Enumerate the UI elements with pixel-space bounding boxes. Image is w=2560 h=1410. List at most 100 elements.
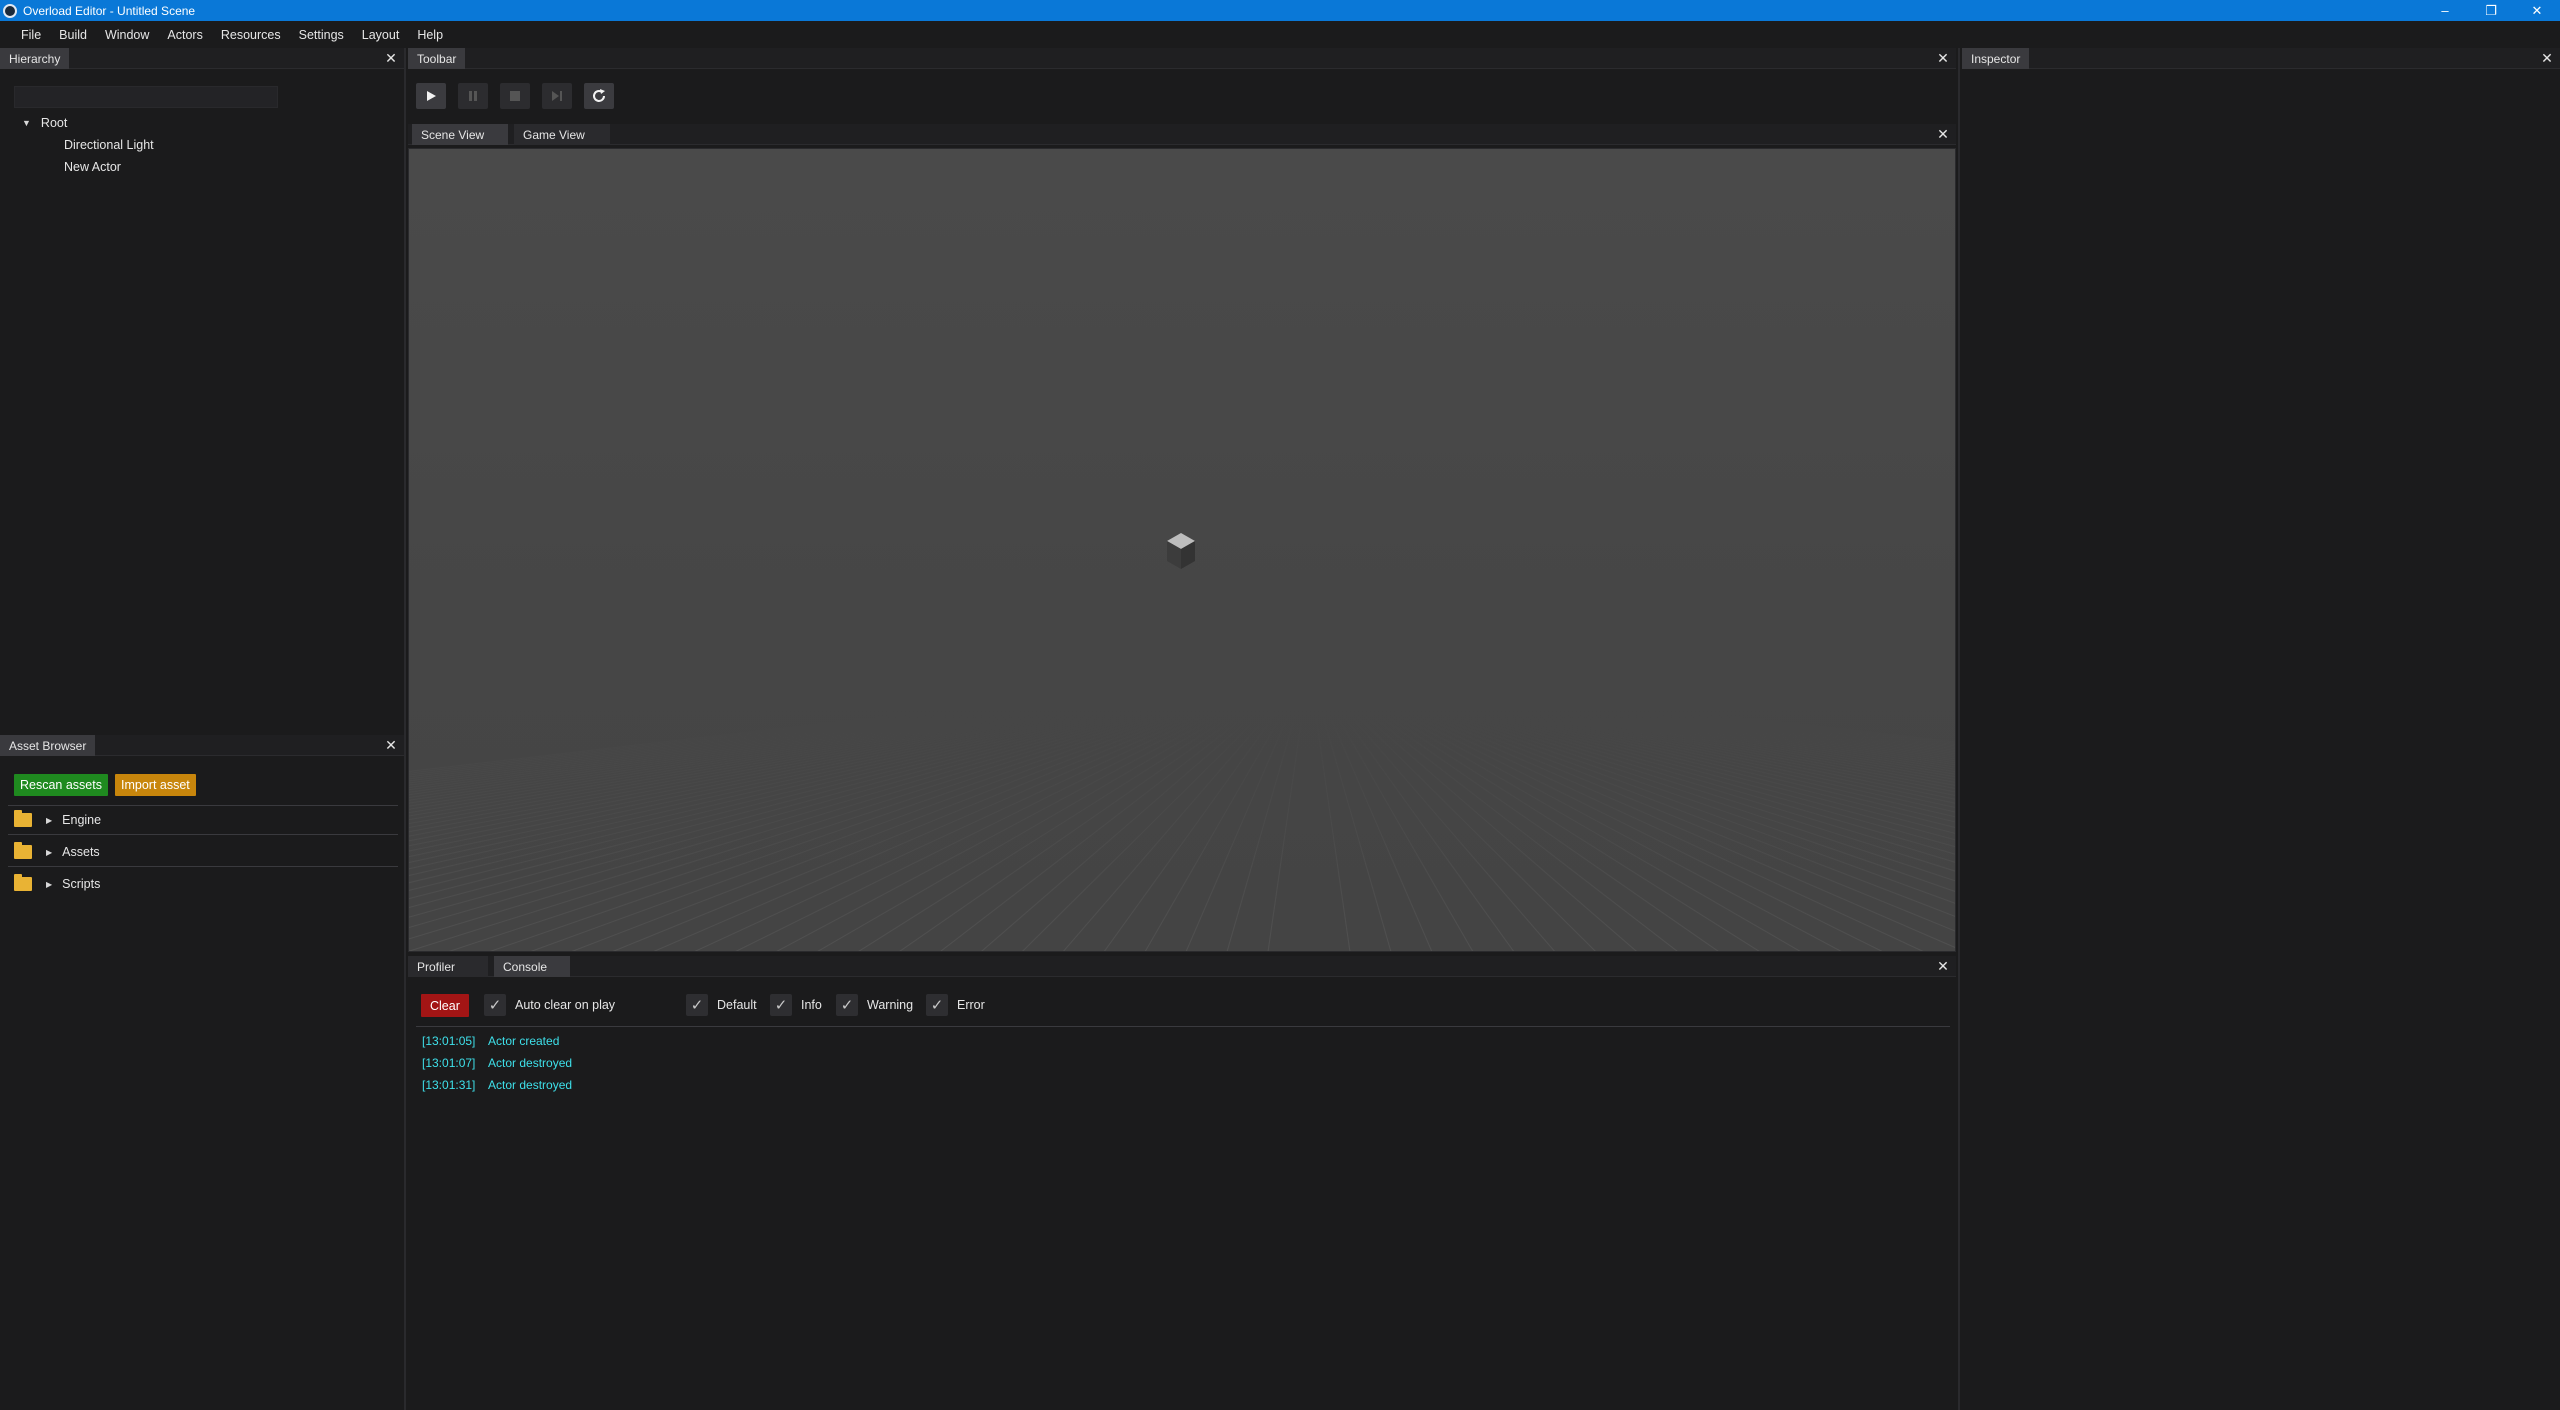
tab-console[interactable]: Console — [494, 956, 570, 977]
warning-filter-checkbox[interactable]: ✓ — [836, 994, 858, 1016]
rescan-assets-button[interactable]: Rescan assets — [14, 774, 108, 796]
menu-actors[interactable]: Actors — [158, 28, 211, 42]
folder-icon — [14, 810, 32, 827]
grid-line — [409, 708, 962, 776]
console-header: Profiler Console ✕ — [408, 956, 1956, 977]
tree-item-new-actor[interactable]: New Actor — [64, 160, 121, 174]
left-splitter[interactable] — [404, 48, 406, 1410]
menu-bar: File Build Window Actors Resources Setti… — [0, 21, 2560, 48]
folder-scripts[interactable]: ▶ Scripts — [14, 874, 100, 894]
folder-icon — [14, 874, 32, 891]
menu-help[interactable]: Help — [408, 28, 452, 42]
folder-label: Assets — [62, 845, 100, 859]
log-timestamp: [13:01:05] — [422, 1034, 476, 1048]
log-timestamp: [13:01:07] — [422, 1056, 476, 1070]
grid-line — [1144, 708, 1286, 951]
log-message: Actor created — [488, 1034, 560, 1048]
log-entry[interactable]: [13:01:07] Actor destroyed — [422, 1056, 572, 1070]
grid-line — [409, 708, 1028, 801]
tree-item-directional-light[interactable]: Directional Light — [64, 138, 154, 152]
window-title: Overload Editor - Untitled Scene — [23, 3, 196, 18]
tab-scene-view[interactable]: Scene View — [412, 124, 508, 145]
app-logo-icon — [3, 3, 17, 18]
divider — [416, 1026, 1950, 1027]
grid-line — [1314, 708, 1351, 951]
error-filter-checkbox[interactable]: ✓ — [926, 994, 948, 1016]
view-tabs-header: Scene View Game View ✕ — [408, 124, 1956, 145]
grid-line — [1226, 708, 1298, 951]
folder-icon — [14, 842, 32, 859]
log-entry[interactable]: [13:01:31] Actor destroyed — [422, 1078, 572, 1092]
auto-clear-checkbox[interactable]: ✓ — [484, 994, 506, 1016]
tab-toolbar[interactable]: Toolbar — [408, 48, 466, 69]
hierarchy-search-input[interactable] — [14, 86, 278, 108]
caret-right-icon[interactable]: ▶ — [46, 880, 52, 889]
caret-down-icon[interactable]: ▼ — [22, 118, 31, 128]
toolbar-header: Toolbar ✕ — [408, 48, 1956, 69]
tab-game-view[interactable]: Game View — [514, 124, 610, 145]
inspector-header: Inspector ✕ — [1962, 48, 2560, 69]
folder-engine[interactable]: ▶ Engine — [14, 810, 101, 830]
info-filter-checkbox[interactable]: ✓ — [770, 994, 792, 1016]
divider — [8, 866, 398, 867]
tab-inspector[interactable]: Inspector — [1962, 48, 2030, 69]
scene-viewport[interactable] — [408, 148, 1956, 952]
grid-line — [1332, 708, 1474, 951]
close-icon[interactable]: ✕ — [384, 51, 398, 65]
folder-assets[interactable]: ▶ Assets — [14, 842, 100, 862]
close-icon[interactable]: ✕ — [1936, 959, 1950, 973]
close-icon[interactable]: ✕ — [1936, 127, 1950, 141]
divider — [8, 834, 398, 835]
grid-line — [1440, 708, 1955, 872]
folder-label: Engine — [62, 813, 102, 827]
play-icon — [427, 91, 436, 101]
menu-resources[interactable]: Resources — [212, 28, 290, 42]
error-filter-label: Error — [957, 998, 985, 1012]
divider — [8, 805, 398, 806]
tab-hierarchy[interactable]: Hierarchy — [0, 48, 70, 69]
hierarchy-header: Hierarchy ✕ — [0, 48, 404, 69]
default-filter-label: Default — [717, 998, 757, 1012]
tree-item-label: Root — [40, 116, 68, 130]
grid-line — [1434, 708, 1955, 882]
pause-button[interactable] — [458, 83, 488, 109]
default-filter-checkbox[interactable]: ✓ — [686, 994, 708, 1016]
close-icon[interactable]: ✕ — [2514, 0, 2560, 21]
tree-item-root[interactable]: ▼ Root — [22, 116, 67, 130]
menu-settings[interactable]: Settings — [290, 28, 353, 42]
close-icon[interactable]: ✕ — [384, 738, 398, 752]
log-timestamp: [13:01:31] — [422, 1078, 476, 1092]
clear-console-button[interactable]: Clear — [421, 994, 469, 1017]
menu-window[interactable]: Window — [96, 28, 158, 42]
tab-asset-browser[interactable]: Asset Browser — [0, 735, 96, 756]
refresh-icon — [593, 89, 605, 102]
grid-line — [409, 708, 1142, 891]
grid-line — [1320, 708, 1392, 951]
grid-line — [817, 708, 1238, 951]
cube-actor[interactable] — [1167, 533, 1195, 569]
log-entry[interactable]: [13:01:05] Actor created — [422, 1034, 559, 1048]
next-frame-button[interactable] — [542, 83, 572, 109]
caret-right-icon[interactable]: ▶ — [46, 848, 52, 857]
refresh-button[interactable] — [584, 83, 614, 109]
close-icon[interactable]: ✕ — [2540, 51, 2554, 65]
log-message: Actor destroyed — [488, 1078, 573, 1092]
caret-right-icon[interactable]: ▶ — [46, 816, 52, 825]
menu-layout[interactable]: Layout — [353, 28, 409, 42]
right-splitter[interactable] — [1958, 48, 1960, 1410]
menu-file[interactable]: File — [12, 28, 50, 42]
restore-icon[interactable]: ❐ — [2468, 0, 2514, 21]
close-icon[interactable]: ✕ — [1936, 51, 1950, 65]
title-bar: Overload Editor - Untitled Scene – ❐ ✕ — [0, 0, 2560, 21]
pause-icon — [469, 91, 477, 101]
minimize-icon[interactable]: – — [2422, 0, 2468, 21]
warning-filter-label: Warning — [867, 998, 914, 1012]
play-button[interactable] — [416, 83, 446, 109]
tab-profiler[interactable]: Profiler — [408, 956, 488, 977]
grid-line — [409, 708, 1118, 864]
stop-button[interactable] — [500, 83, 530, 109]
stop-icon — [510, 91, 520, 101]
import-asset-button[interactable]: Import asset — [115, 774, 196, 796]
info-filter-label: Info — [801, 998, 822, 1012]
menu-build[interactable]: Build — [50, 28, 96, 42]
